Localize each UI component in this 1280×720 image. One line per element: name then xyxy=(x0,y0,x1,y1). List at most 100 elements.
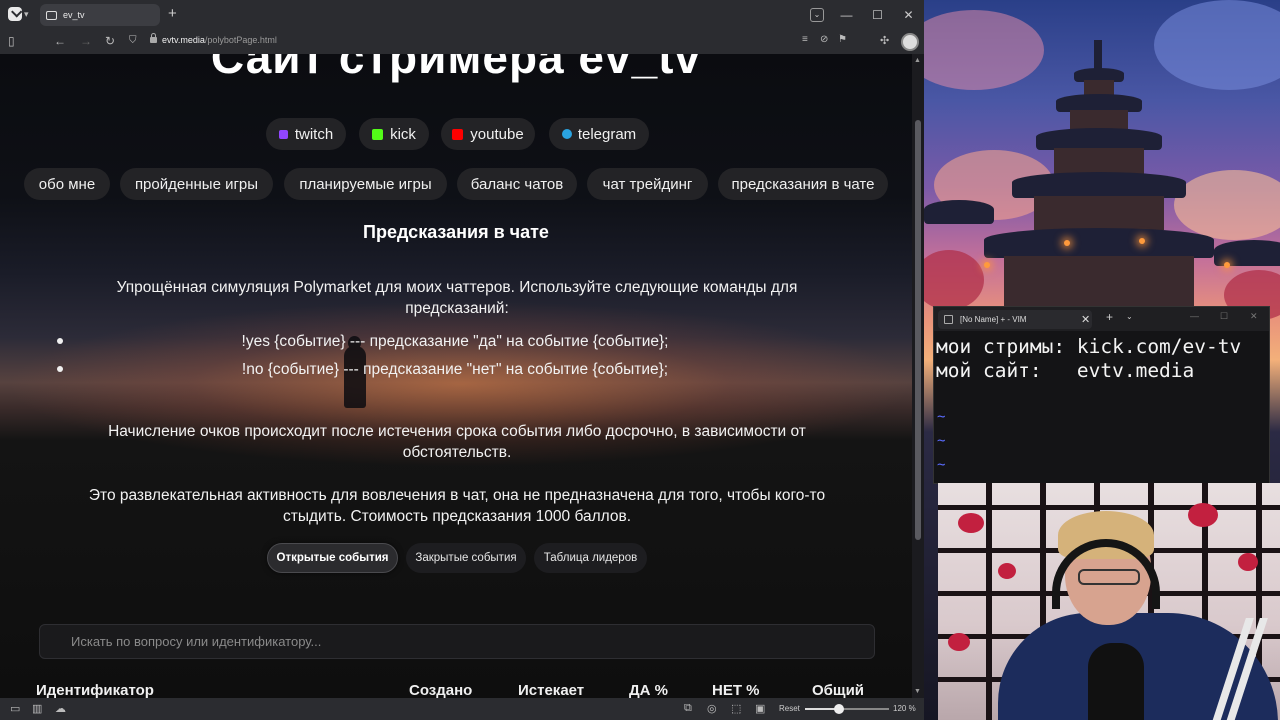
nav-label: планируемые игры xyxy=(299,175,432,193)
reload-icon[interactable]: ↻ xyxy=(105,34,115,48)
blossom-decoration xyxy=(948,633,970,651)
column-header-expires[interactable]: Истекает xyxy=(518,682,584,698)
scroll-down-icon[interactable]: ▼ xyxy=(914,688,921,695)
vim-window: [No Name] + - VIM ✕ + ⌄ — ☐ ✕ мои стримы… xyxy=(933,306,1270,484)
close-icon[interactable]: ✕ xyxy=(1250,311,1258,322)
lantern-light xyxy=(1139,238,1145,244)
intro-paragraph: Упрощённая симуляция Polymarket для моих… xyxy=(116,279,798,317)
chevron-down-icon[interactable]: ⌄ xyxy=(1126,312,1133,321)
minimize-icon[interactable]: — xyxy=(831,8,862,22)
panel-icon[interactable]: ▭ xyxy=(10,702,20,715)
maximize-icon[interactable]: ☐ xyxy=(1220,311,1228,322)
zoom-slider-handle[interactable] xyxy=(833,704,844,714)
bookmark-icon[interactable]: ⚑ xyxy=(838,34,847,45)
desktop-root: ▾ ev_tv + ⌄ — ☐ ✕ ▯ ← → ↻ ⛉ evtv.media/p… xyxy=(0,0,1280,720)
browser-window: ▾ ev_tv + ⌄ — ☐ ✕ ▯ ← → ↻ ⛉ evtv.media/p… xyxy=(0,0,924,720)
zoom-reset-button[interactable]: Reset xyxy=(779,704,800,713)
nav-label: обо мне xyxy=(38,175,96,193)
tab-label: Открытые события xyxy=(276,552,389,564)
glasses xyxy=(1078,569,1140,585)
bullet-icon xyxy=(57,366,63,372)
vim-empty-line-marker: ~ xyxy=(937,409,946,425)
scroll-up-icon[interactable]: ▲ xyxy=(914,57,921,64)
close-icon[interactable]: ✕ xyxy=(1081,313,1090,326)
tab-closed-events[interactable]: Закрытые события xyxy=(406,543,526,573)
url-field[interactable]: evtv.media/polybotPage.html xyxy=(162,35,277,45)
nav-planned-games[interactable]: планируемые игры xyxy=(284,168,447,200)
vivaldi-menu-icon[interactable] xyxy=(8,7,22,21)
close-icon[interactable]: ✕ xyxy=(893,8,924,22)
social-link-twitch[interactable]: twitch xyxy=(266,118,346,150)
scoring-paragraph: Начисление очков происходит после истече… xyxy=(108,423,806,461)
image-toggle-icon[interactable]: ▣ xyxy=(755,702,765,715)
capture-icon[interactable]: ◎ xyxy=(707,702,717,715)
tab-list-icon[interactable]: ⌄ xyxy=(810,8,824,22)
address-bar: ▯ ← → ↻ ⛉ evtv.media/polybotPage.html ≡ … xyxy=(0,30,924,54)
nav-label: чат трейдинг xyxy=(602,175,693,193)
back-icon[interactable]: ← xyxy=(54,34,66,48)
social-link-telegram[interactable]: telegram xyxy=(549,118,649,150)
nav-completed-games[interactable]: пройденные игры xyxy=(120,168,273,200)
page-actions-icon[interactable]: ⧉ xyxy=(684,702,692,715)
feed-icon[interactable]: ⊘ xyxy=(820,34,828,45)
vim-empty-line-marker: ~ xyxy=(937,457,946,473)
web-page: Сайт стримера ev_tv twitch kick youtube … xyxy=(0,54,912,698)
social-link-kick[interactable]: kick xyxy=(359,118,429,150)
tab-leaderboard[interactable]: Таблица лидеров xyxy=(534,543,647,573)
command-yes: !yes {событие} --- предсказание "да" на … xyxy=(241,333,669,350)
site-title: Сайт стримера ev_tv xyxy=(210,54,702,83)
nav-chat-predictions[interactable]: предсказания в чате xyxy=(718,168,888,200)
tiling-icon[interactable]: ▥ xyxy=(32,702,42,715)
maximize-icon[interactable]: ☐ xyxy=(862,8,893,22)
screenshot-icon[interactable]: ⬚ xyxy=(731,702,741,715)
lock-icon[interactable] xyxy=(150,33,157,43)
new-tab-icon[interactable]: + xyxy=(1106,310,1113,324)
tab-favicon-icon xyxy=(46,10,57,20)
forward-icon[interactable]: → xyxy=(80,34,92,48)
social-label: twitch xyxy=(294,125,334,143)
section-title: Предсказания в чате xyxy=(363,222,549,242)
profile-avatar[interactable] xyxy=(901,33,919,51)
pagoda-floor xyxy=(1004,256,1194,306)
column-header-total[interactable]: Общий xyxy=(812,682,864,698)
vim-text-line[interactable]: мои стримы: kick.com/ev-tv xyxy=(936,335,1241,358)
social-link-youtube[interactable]: youtube xyxy=(441,118,535,150)
reader-icon[interactable]: ≡ xyxy=(802,34,808,45)
microphone xyxy=(1088,643,1144,720)
pagoda-floor xyxy=(1034,196,1164,230)
nav-chat-balance[interactable]: баланс чатов xyxy=(457,168,577,200)
column-header-id[interactable]: Идентификатор xyxy=(36,682,154,698)
extensions-icon[interactable]: ✣ xyxy=(880,34,889,47)
search-input[interactable] xyxy=(39,624,875,659)
pagoda-spire xyxy=(1094,40,1102,70)
minimize-icon[interactable]: — xyxy=(1190,311,1199,321)
blossom-decoration xyxy=(958,513,984,533)
vim-empty-line-marker: ~ xyxy=(937,433,946,449)
panel-toggle-icon[interactable]: ▯ xyxy=(8,34,15,48)
nav-about[interactable]: обо мне xyxy=(24,168,110,200)
column-header-created[interactable]: Создано xyxy=(409,682,472,698)
twitch-icon xyxy=(278,129,288,139)
terminal-icon xyxy=(944,315,953,324)
browser-tab-active[interactable]: ev_tv xyxy=(40,4,160,26)
tab-label: Закрытые события xyxy=(415,552,517,564)
tab-open-events[interactable]: Открытые события xyxy=(267,543,398,573)
browser-titlebar: ▾ ev_tv + ⌄ — ☐ ✕ xyxy=(0,0,924,30)
shield-icon[interactable]: ⛉ xyxy=(129,35,137,46)
vim-titlebar: [No Name] + - VIM ✕ + ⌄ — ☐ ✕ xyxy=(934,307,1269,331)
vim-tab[interactable]: [No Name] + - VIM ✕ xyxy=(938,310,1092,329)
scrollbar-thumb[interactable] xyxy=(915,120,921,540)
pagoda-roof xyxy=(1012,172,1186,198)
nav-chat-trading[interactable]: чат трейдинг xyxy=(587,168,708,200)
chevron-down-icon[interactable]: ▾ xyxy=(24,9,29,20)
column-header-no-pct[interactable]: НЕТ % xyxy=(712,682,760,698)
cloud-shape xyxy=(924,10,1044,90)
column-header-yes-pct[interactable]: ДА % xyxy=(629,682,668,698)
blossom-decoration xyxy=(1188,503,1218,527)
cloud-sync-icon[interactable]: ☁ xyxy=(55,702,66,715)
vim-tab-title: [No Name] + - VIM xyxy=(960,315,1027,324)
vim-text-line[interactable]: мой сайт: evtv.media xyxy=(936,359,1194,382)
new-tab-icon[interactable]: + xyxy=(168,5,177,23)
social-label: youtube xyxy=(470,125,524,143)
blossom-decoration xyxy=(1238,553,1258,571)
